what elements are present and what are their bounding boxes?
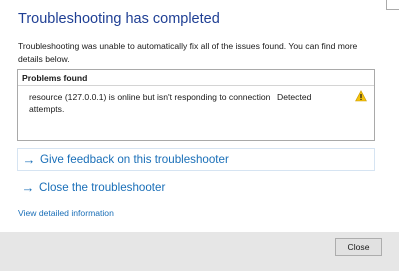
- problem-description: resource (127.0.0.1) is online but isn't…: [29, 92, 271, 114]
- view-detailed-information-link[interactable]: View detailed information: [18, 208, 114, 218]
- problems-divider: [18, 85, 374, 86]
- arrow-right-icon: →: [22, 152, 36, 167]
- problems-header: Problems found: [22, 73, 88, 83]
- warning-icon: [355, 90, 367, 102]
- problem-status: Detected: [277, 92, 312, 102]
- result-description: Troubleshooting was unable to automatica…: [18, 41, 358, 64]
- give-feedback-link[interactable]: → Give feedback on this troubleshooter: [17, 148, 375, 171]
- close-button[interactable]: Close: [335, 238, 382, 256]
- problems-found-panel: Problems found resource (127.0.0.1) is o…: [17, 69, 375, 141]
- page-title: Troubleshooting has completed: [18, 11, 220, 27]
- troubleshooter-dialog: Troubleshooting has completed Troublesho…: [0, 0, 399, 232]
- arrow-right-icon: →: [21, 180, 35, 195]
- window-top-edge: [0, 0, 399, 3]
- close-troubleshooter-label: Close the troubleshooter: [39, 181, 166, 194]
- give-feedback-label: Give feedback on this troubleshooter: [40, 153, 229, 166]
- close-troubleshooter-link[interactable]: → Close the troubleshooter: [17, 176, 375, 199]
- window-corner-control: [386, 0, 399, 10]
